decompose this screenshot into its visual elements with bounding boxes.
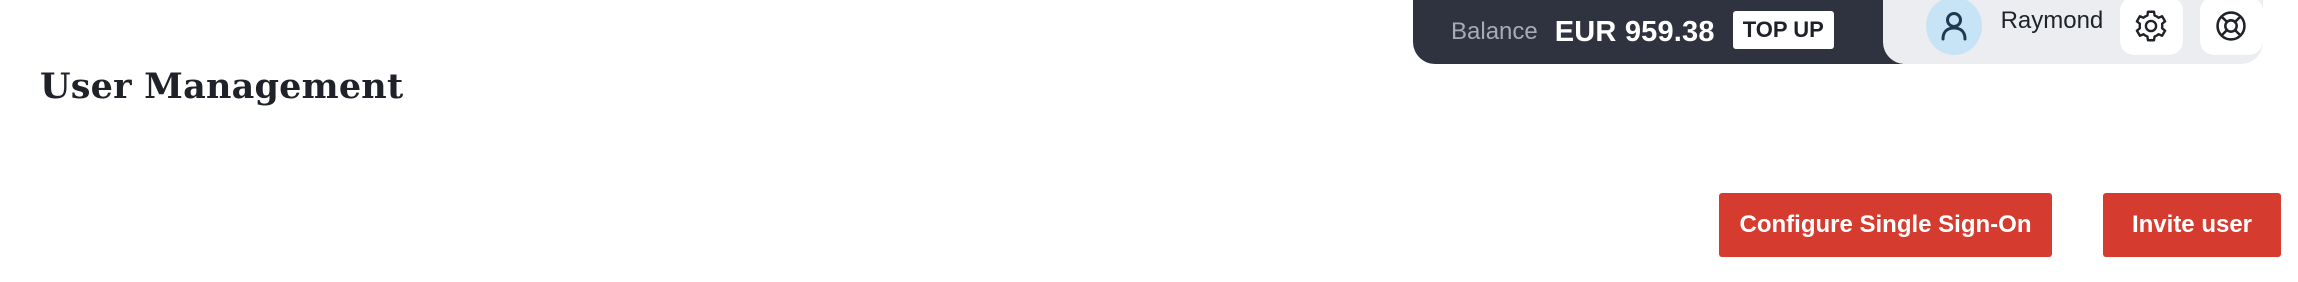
help-button[interactable] <box>2199 0 2263 55</box>
user-panel: Raymond <box>1883 0 2263 64</box>
gear-icon <box>2135 10 2167 42</box>
balance-panel: Balance EUR 959.38 TOP UP <box>1413 0 1903 64</box>
lifebuoy-icon <box>2216 11 2247 41</box>
balance-amount: EUR 959.38 <box>1554 15 1715 48</box>
settings-button[interactable] <box>2119 0 2183 55</box>
page: Balance EUR 959.38 TOP UP Raymond User M… <box>0 0 2298 282</box>
user-icon <box>1941 12 1967 41</box>
configure-sso-button[interactable]: Configure Single Sign-On <box>1719 193 2052 257</box>
top-bar: Balance EUR 959.38 TOP UP Raymond <box>1413 0 2283 64</box>
balance-label: Balance <box>1451 18 1538 45</box>
invite-user-button[interactable]: Invite user <box>2103 193 2281 257</box>
top-up-button[interactable]: TOP UP <box>1732 11 1834 49</box>
user-name[interactable]: Raymond <box>2001 7 2116 35</box>
page-title: User Management <box>40 66 404 107</box>
avatar[interactable] <box>1926 0 1982 55</box>
